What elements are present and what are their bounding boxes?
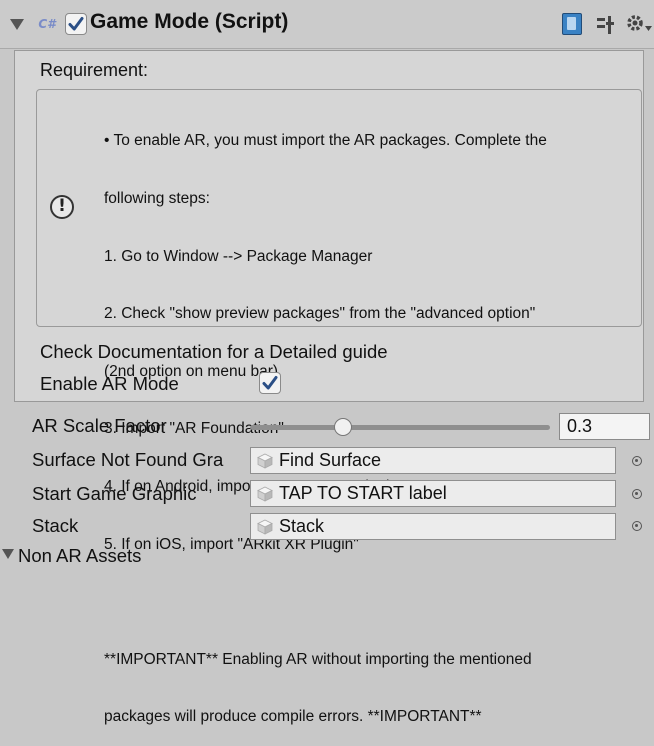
- help-book-icon[interactable]: [562, 13, 582, 35]
- enable-ar-checkbox[interactable]: [259, 372, 281, 394]
- start-game-graphic-value: TAP TO START label: [279, 483, 447, 503]
- gameobject-cube-icon: [257, 453, 273, 469]
- non-ar-assets-foldout-arrow-icon[interactable]: [2, 549, 14, 559]
- ar-scale-factor-label: AR Scale Factor: [32, 415, 167, 436]
- stack-value: Stack: [279, 516, 325, 536]
- presets-icon[interactable]: [595, 14, 617, 36]
- object-picker-icon[interactable]: [632, 456, 642, 466]
- help-line: packages will produce compile errors. **…: [104, 708, 482, 726]
- stack-label: Stack: [32, 515, 79, 536]
- surface-not-found-field[interactable]: Find Surface: [250, 447, 616, 474]
- help-line: 1. Go to Window --> Package Manager: [104, 247, 373, 265]
- start-game-graphic-field[interactable]: TAP TO START label: [250, 480, 616, 507]
- surface-not-found-value: Find Surface: [279, 450, 382, 470]
- component-enabled-checkbox[interactable]: [65, 13, 87, 35]
- component-foldout-arrow-icon[interactable]: [10, 19, 24, 30]
- surface-not-found-label: Surface Not Found Gra: [32, 449, 224, 470]
- help-line: 2. Check "show preview packages" from th…: [104, 305, 536, 323]
- object-picker-icon[interactable]: [632, 489, 642, 499]
- requirement-heading: Requirement:: [40, 60, 149, 80]
- csharp-script-icon: C#: [38, 17, 56, 31]
- component-title: Game Mode (Script): [90, 10, 289, 33]
- start-game-graphic-label: Start Game Graphic: [32, 483, 197, 504]
- help-line: • To enable AR, you must import the AR p…: [104, 132, 547, 150]
- enable-ar-label: Enable AR Mode: [40, 373, 179, 394]
- help-line: **IMPORTANT** Enabling AR without import…: [104, 650, 532, 668]
- info-warning-icon: [50, 195, 74, 219]
- documentation-note: Check Documentation for a Detailed guide: [40, 341, 388, 362]
- gameobject-cube-icon: [257, 519, 273, 535]
- stack-field[interactable]: Stack: [250, 513, 616, 540]
- ar-scale-slider-thumb[interactable]: [334, 418, 352, 436]
- help-line: [104, 592, 547, 611]
- settings-gear-icon[interactable]: [625, 12, 654, 36]
- gameobject-cube-icon: [257, 486, 273, 502]
- ar-scale-slider-track[interactable]: [250, 425, 550, 430]
- checkmark-icon: [68, 17, 84, 31]
- help-line: following steps:: [104, 190, 210, 207]
- non-ar-assets-foldout[interactable]: Non AR Assets: [18, 545, 141, 567]
- checkmark-icon: [262, 376, 278, 390]
- object-picker-icon[interactable]: [632, 521, 642, 531]
- ar-scale-value-field[interactable]: 0.3: [559, 413, 650, 440]
